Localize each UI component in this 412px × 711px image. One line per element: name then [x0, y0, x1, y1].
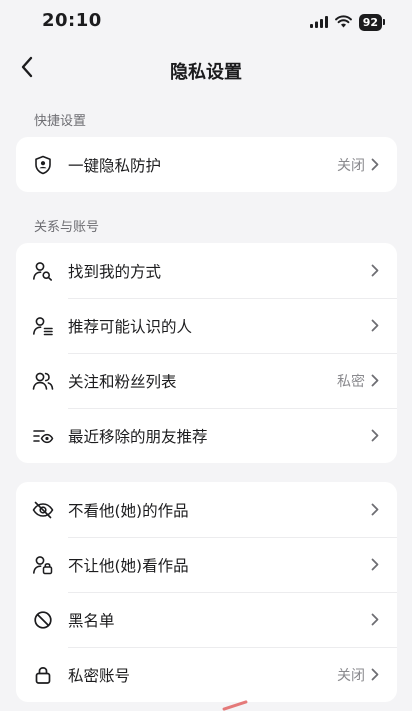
people-icon [32, 370, 54, 392]
row-value: 关闭 [337, 157, 365, 174]
status-time: 20:10 [42, 10, 102, 31]
card-visibility: 不看他(她)的作品 不让他(她)看作品 黑名单 私密账号 关闭 [16, 482, 397, 702]
row-label: 不看他(她)的作品 [68, 501, 189, 520]
row-label: 不让他(她)看作品 [68, 556, 189, 575]
nav-bar: 隐私设置 [0, 46, 412, 92]
row-value: 私密 [337, 373, 365, 390]
chevron-right-icon [371, 264, 379, 277]
chevron-right-icon [371, 668, 379, 681]
row-value: 关闭 [337, 667, 365, 684]
row-removed-recommendations[interactable]: 最近移除的朋友推荐 [16, 408, 397, 463]
status-bar: 20:10 92 [0, 0, 412, 46]
wifi-icon [334, 13, 352, 32]
row-label: 私密账号 [68, 666, 131, 685]
row-follow-fans-list[interactable]: 关注和粉丝列表 私密 [16, 353, 397, 408]
row-label: 一键隐私防护 [68, 156, 162, 175]
person-search-icon [32, 260, 54, 282]
row-private-account[interactable]: 私密账号 关闭 [16, 647, 397, 702]
chevron-right-icon [371, 319, 379, 332]
row-block-them-viewing[interactable]: 不让他(她)看作品 [16, 537, 397, 592]
row-label: 最近移除的朋友推荐 [68, 427, 208, 446]
card-relations: 找到我的方式 推荐可能认识的人 关注和粉丝列表 私密 最近移除的朋友推荐 [16, 243, 397, 463]
chevron-right-icon [371, 503, 379, 516]
row-find-me[interactable]: 找到我的方式 [16, 243, 397, 298]
lock-icon [32, 664, 54, 686]
chevron-right-icon [371, 558, 379, 571]
status-icons: 92 [309, 13, 386, 32]
row-label: 关注和粉丝列表 [68, 372, 177, 391]
signal-icon [309, 13, 328, 32]
page-title: 隐私设置 [170, 62, 242, 83]
list-eye-icon [32, 425, 54, 447]
row-label: 推荐可能认识的人 [68, 317, 193, 336]
shield-person-icon [32, 154, 54, 176]
row-blacklist[interactable]: 黑名单 [16, 592, 397, 647]
eye-off-icon [32, 499, 54, 521]
person-lock-icon [32, 554, 54, 576]
card-quick: 一键隐私防护 关闭 [16, 137, 397, 192]
block-icon [32, 609, 54, 631]
row-hide-their-works[interactable]: 不看他(她)的作品 [16, 482, 397, 537]
row-privacy-protection[interactable]: 一键隐私防护 关闭 [16, 137, 397, 192]
chevron-right-icon [371, 429, 379, 442]
chevron-right-icon [371, 613, 379, 626]
row-label: 找到我的方式 [68, 262, 162, 281]
row-recommend-people[interactable]: 推荐可能认识的人 [16, 298, 397, 353]
section-label-relations: 关系与账号 [34, 220, 100, 235]
chevron-right-icon [371, 374, 379, 387]
row-label: 黑名单 [68, 611, 115, 630]
chevron-right-icon [371, 158, 379, 171]
person-list-icon [32, 315, 54, 337]
section-label-quick: 快捷设置 [34, 114, 87, 129]
battery-indicator: 92 [358, 14, 386, 31]
